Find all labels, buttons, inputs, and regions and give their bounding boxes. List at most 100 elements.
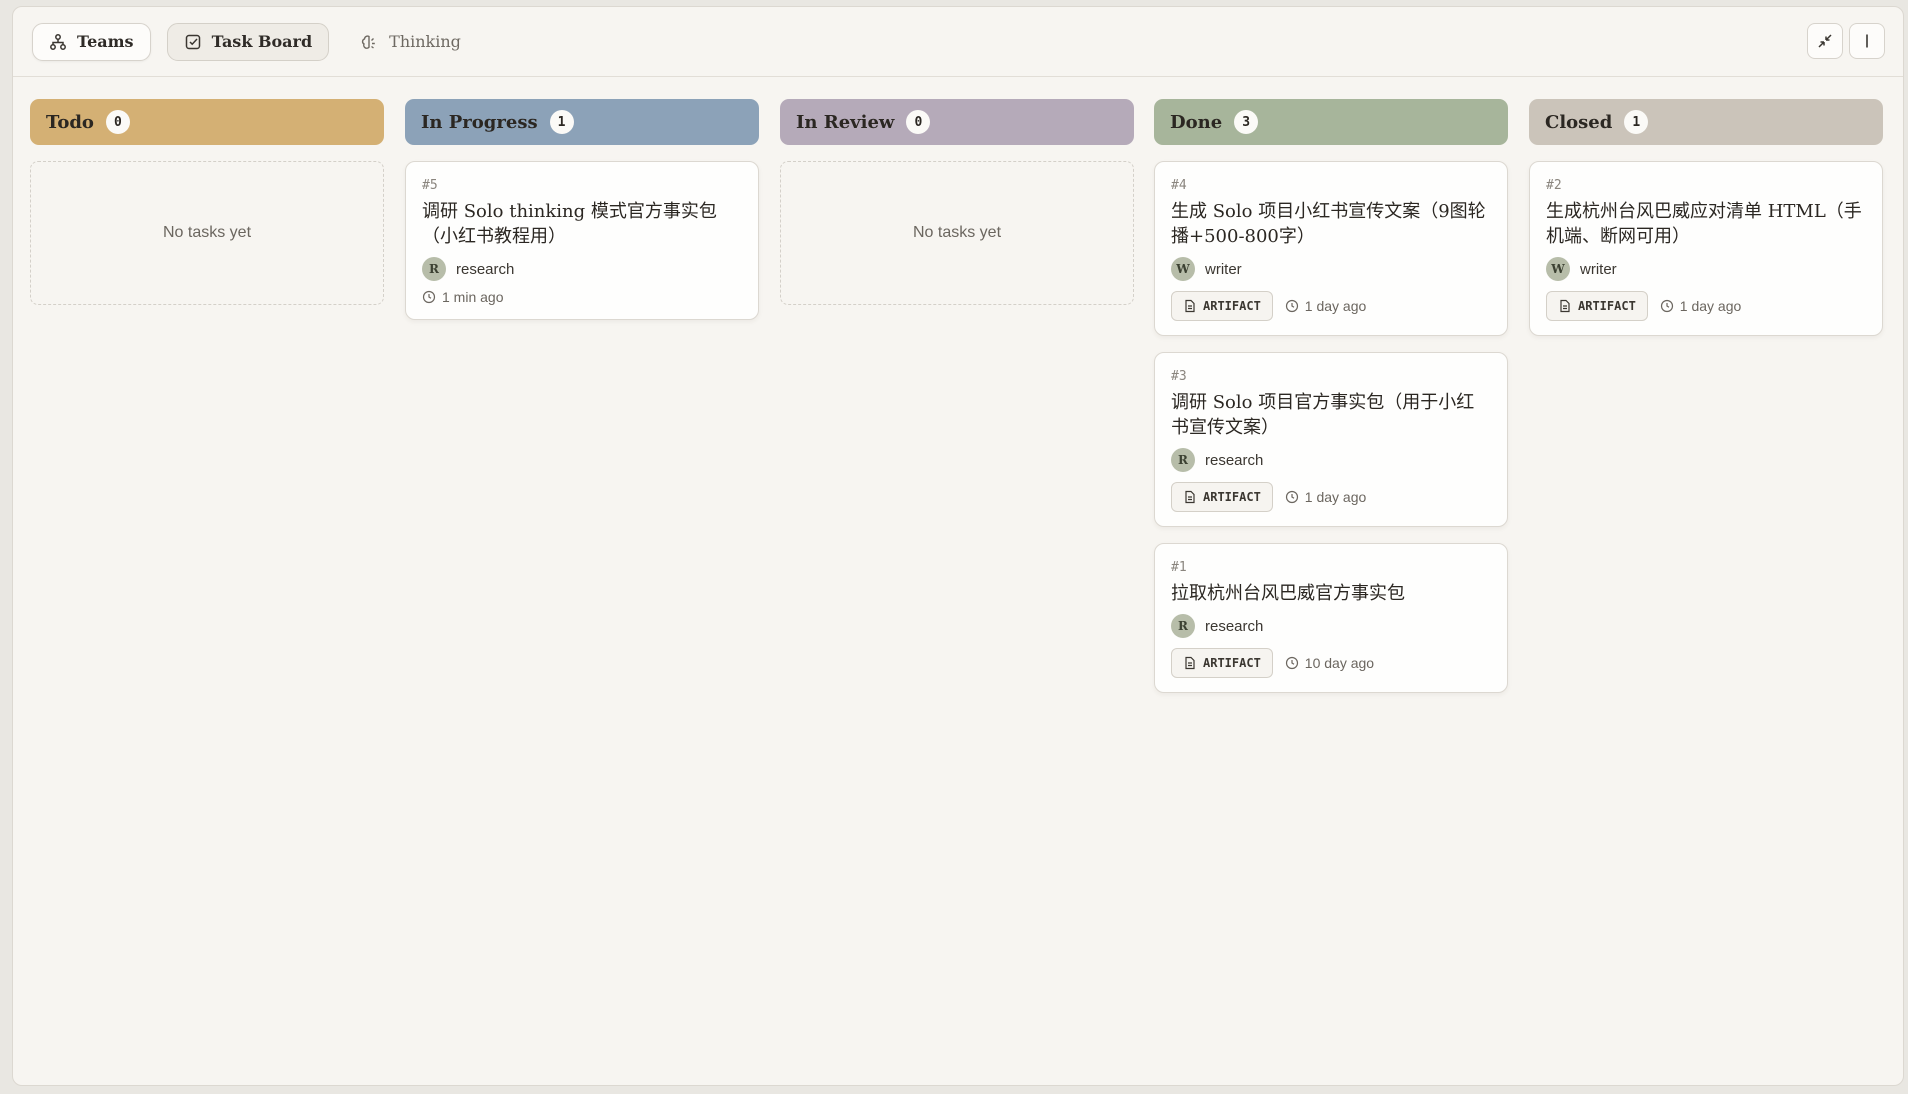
tab-teams[interactable]: Teams	[32, 22, 151, 61]
checkbox-icon	[185, 34, 200, 49]
assignee: R research	[1171, 448, 1491, 472]
window-controls	[1807, 23, 1885, 59]
artifact-label: ARTIFACT	[1203, 490, 1261, 504]
count-badge: 0	[906, 110, 931, 134]
count-badge: 3	[1234, 110, 1259, 134]
empty-state: No tasks yet	[780, 161, 1134, 305]
top-nav: Teams Task Board Thinking	[13, 7, 1903, 77]
column-title: Todo	[46, 111, 94, 133]
task-title: 生成杭州台风巴威应对清单 HTML（手机端、断网可用）	[1546, 201, 1862, 247]
timestamp: 1 day ago	[1660, 298, 1742, 314]
tab-task-board[interactable]: Task Board	[166, 22, 330, 61]
column-closed: Closed 1 #2 生成杭州台风巴威应对清单 HTML（手机端、断网可用） …	[1529, 99, 1883, 336]
task-id: #3	[1171, 369, 1187, 384]
brain-icon	[362, 34, 375, 49]
empty-state: No tasks yet	[30, 161, 384, 305]
document-icon	[1185, 656, 1195, 670]
column-in-review: In Review 0 No tasks yet	[780, 99, 1134, 305]
hierarchy-icon	[50, 33, 66, 50]
artifact-label: ARTIFACT	[1203, 299, 1261, 313]
panel-divider-icon	[1866, 34, 1868, 48]
task-title: 调研 Solo 项目官方事实包（用于小红书宣传文案）	[1171, 392, 1475, 438]
avatar: W	[1171, 257, 1195, 281]
count-badge: 1	[1624, 110, 1649, 134]
task-card[interactable]: #4 生成 Solo 项目小红书宣传文案（9图轮播+500-800字） W wr…	[1154, 161, 1508, 336]
avatar: R	[1171, 448, 1195, 472]
tab-teams-label: Teams	[77, 32, 134, 51]
document-icon	[1185, 299, 1195, 313]
app-window: Teams Task Board Thinking Todo 0 No task…	[12, 6, 1904, 1086]
task-card[interactable]: #2 生成杭州台风巴威应对清单 HTML（手机端、断网可用） W writer …	[1529, 161, 1883, 336]
task-id: #1	[1171, 560, 1187, 575]
tab-task-board-label: Task Board	[211, 32, 313, 51]
avatar: W	[1546, 257, 1570, 281]
column-in-progress: In Progress 1 #5 调研 Solo thinking 模式官方事实…	[405, 99, 759, 320]
timestamp-text: 1 min ago	[442, 289, 504, 305]
timestamp: 1 day ago	[1285, 489, 1367, 505]
assignee-name: writer	[1580, 260, 1617, 278]
column-title: Closed	[1545, 111, 1613, 133]
sidebar-toggle-button[interactable]	[1849, 23, 1885, 59]
collapse-button[interactable]	[1807, 23, 1843, 59]
task-title: 拉取杭州台风巴威官方事实包	[1171, 583, 1405, 604]
count-badge: 1	[549, 110, 574, 134]
column-header-closed: Closed 1	[1529, 99, 1883, 145]
timestamp: 1 day ago	[1285, 298, 1367, 314]
assignee-name: writer	[1205, 260, 1242, 278]
collapse-icon	[1818, 34, 1832, 48]
column-title: Done	[1170, 111, 1223, 133]
task-meta: 1 min ago	[422, 289, 742, 305]
clock-icon	[1285, 490, 1298, 504]
task-title: 生成 Solo 项目小红书宣传文案（9图轮播+500-800字）	[1171, 201, 1486, 247]
timestamp: 1 min ago	[422, 289, 503, 305]
column-done: Done 3 #4 生成 Solo 项目小红书宣传文案（9图轮播+500-800…	[1154, 99, 1508, 693]
clock-icon	[1660, 299, 1673, 313]
artifact-badge[interactable]: ARTIFACT	[1171, 291, 1273, 321]
artifact-badge[interactable]: ARTIFACT	[1546, 291, 1648, 321]
clock-icon	[422, 290, 436, 304]
document-icon	[1185, 490, 1195, 504]
column-header-in-review: In Review 0	[780, 99, 1134, 145]
tab-thinking[interactable]: Thinking	[345, 23, 477, 61]
column-header-done: Done 3	[1154, 99, 1508, 145]
timestamp-text: 1 day ago	[1679, 298, 1742, 314]
avatar: R	[422, 257, 446, 281]
timestamp-text: 10 day ago	[1304, 655, 1375, 671]
assignee: W writer	[1171, 257, 1491, 281]
assignee-name: research	[456, 260, 515, 278]
document-icon	[1560, 299, 1570, 313]
clock-icon	[1285, 656, 1298, 670]
task-id: #4	[1171, 178, 1187, 193]
artifact-label: ARTIFACT	[1578, 299, 1636, 313]
avatar: R	[1171, 614, 1195, 638]
task-card[interactable]: #3 调研 Solo 项目官方事实包（用于小红书宣传文案） R research…	[1154, 352, 1508, 527]
column-title: In Review	[796, 111, 895, 133]
assignee-name: research	[1205, 451, 1264, 469]
artifact-badge[interactable]: ARTIFACT	[1171, 482, 1273, 512]
timestamp-text: 1 day ago	[1304, 489, 1367, 505]
column-header-in-progress: In Progress 1	[405, 99, 759, 145]
task-meta: ARTIFACT 1 day ago	[1546, 291, 1866, 321]
assignee: R research	[1171, 614, 1491, 638]
task-meta: ARTIFACT 1 day ago	[1171, 482, 1491, 512]
timestamp: 10 day ago	[1285, 655, 1374, 671]
task-id: #5	[422, 178, 438, 193]
task-id: #2	[1546, 178, 1562, 193]
tab-thinking-label: Thinking	[389, 32, 461, 51]
timestamp-text: 1 day ago	[1304, 298, 1367, 314]
task-meta: ARTIFACT 10 day ago	[1171, 648, 1491, 678]
assignee: W writer	[1546, 257, 1866, 281]
task-card[interactable]: #1 拉取杭州台风巴威官方事实包 R research ARTIFACT 10 …	[1154, 543, 1508, 693]
artifact-badge[interactable]: ARTIFACT	[1171, 648, 1273, 678]
assignee-name: research	[1205, 617, 1264, 635]
task-title: 调研 Solo thinking 模式官方事实包（小红书教程用）	[422, 201, 717, 247]
task-card[interactable]: #5 调研 Solo thinking 模式官方事实包（小红书教程用） R re…	[405, 161, 759, 320]
artifact-label: ARTIFACT	[1203, 656, 1261, 670]
column-todo: Todo 0 No tasks yet	[30, 99, 384, 305]
task-meta: ARTIFACT 1 day ago	[1171, 291, 1491, 321]
column-title: In Progress	[421, 111, 538, 133]
clock-icon	[1285, 299, 1298, 313]
assignee: R research	[422, 257, 742, 281]
column-header-todo: Todo 0	[30, 99, 384, 145]
count-badge: 0	[105, 110, 130, 134]
